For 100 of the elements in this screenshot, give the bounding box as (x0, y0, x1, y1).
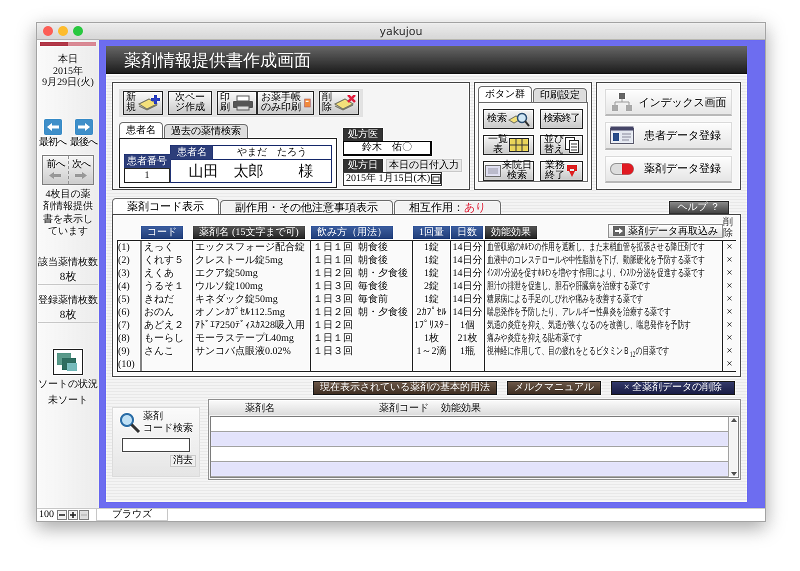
patient-name-text: 山田 太郎 (188, 162, 264, 180)
delete-row-button[interactable]: × (723, 306, 736, 319)
reload-drug-data-button[interactable]: 薬剤データ再取込み (608, 224, 723, 238)
last-button[interactable]: 最後へ (69, 118, 98, 148)
table-cell: あどえ２ (140, 319, 192, 332)
table-cell: オノンｶﾌﾟｾﾙ112.5mg (192, 306, 310, 319)
next-page-button[interactable]: 次ページ作成 (168, 91, 212, 115)
visit-date-search-button[interactable]: 来院日検索 (483, 161, 534, 181)
column-header: 効能効果 (485, 226, 537, 239)
mode-tab[interactable]: ブラウズ (96, 509, 168, 521)
row-number: (3) (118, 267, 131, 280)
delete-row-button[interactable]: × (723, 319, 736, 332)
delete-row-button[interactable]: × (723, 358, 736, 371)
list-button[interactable]: 一覧表 (483, 135, 534, 155)
table-cell: ｱﾄﾞｴｱ250ﾃﾞｨｽｶｽ28吸入用 (192, 319, 310, 332)
row-number: (10) (118, 358, 136, 371)
delete-row-button[interactable]: × (723, 332, 736, 345)
column-header: 1回量 (413, 226, 450, 239)
table-cell-text: 朝食後 (357, 254, 388, 267)
delete-row-button[interactable]: × (723, 267, 736, 280)
table-cell: モーラステープL40mg (192, 332, 310, 345)
table-cell: 2錠 (412, 280, 450, 293)
table-cell: ｲﾝｽﾘﾝ分泌を促すﾎﾙﾓﾝを増やす作用により、ｲﾝｽﾘﾝ分泌を促進する薬です (487, 267, 705, 280)
table-cell: くれす５ (140, 254, 192, 267)
delete-row-button[interactable]: × (723, 254, 736, 267)
notebook-print-button[interactable]: お薬手帳のみ印刷 (257, 91, 314, 115)
date-label: 本日 (58, 54, 78, 66)
table-cell: エクア錠50mg (192, 267, 310, 280)
code-search-title: 薬剤 (143, 411, 164, 423)
window-title: yakujou (380, 24, 422, 38)
prescriber-label: 処方医 (343, 128, 383, 141)
delete-button[interactable]: 削除 (319, 91, 359, 115)
table-cell-text: １日２回 (313, 306, 354, 319)
sort-button[interactable]: 並び替え (540, 135, 583, 155)
patient-data-button[interactable]: 患者データ登録 (605, 122, 732, 150)
today-date-button[interactable]: 本日の日付入力 (386, 159, 462, 172)
panel-tab[interactable]: ボタン群 (478, 86, 532, 102)
index-screen-button[interactable]: インデックス画面 (605, 89, 732, 116)
drug-tab[interactable]: 相互作用：あり (394, 200, 501, 214)
table-cell: 視神経に作用して、目の疲れをとるビタミンＢ$_{12}$の目薬です (487, 345, 670, 361)
table-cell: 14日分 (450, 293, 484, 306)
table-cell: 血液中のコレステロールや中性脂肪を下げ、動脈硬化を予防する薬です (487, 254, 705, 267)
action-button[interactable]: 現在表示されている薬剤の基本的用法 (312, 381, 497, 395)
column-header: コード (141, 226, 183, 239)
table-cell: 気道の炎症を抑え、気道が狭くなるのを改善し、喘息発作を予防す (487, 319, 691, 332)
table-cell: 血管収縮のﾎﾙﾓﾝの作用を遮断し、また末梢血管を拡張させる降圧剤です (487, 241, 705, 254)
column-header: 削除 (723, 218, 733, 239)
table-cell: 1個 (450, 319, 484, 332)
first-button[interactable]: 最初へ (38, 118, 67, 148)
row-number: (7) (118, 319, 131, 332)
delete-row-button[interactable]: × (723, 345, 736, 358)
row-number: (8) (118, 332, 131, 345)
delete-row-button[interactable]: × (723, 241, 736, 254)
table-cell: えっく (140, 241, 192, 254)
patient-tab[interactable]: 過去の薬情検索 (164, 124, 248, 138)
patient-name-label: 患者名 (171, 146, 213, 159)
table-cell: 糖尿病による手足のしびれや痛みを改善する薬です (487, 293, 644, 306)
row-number: (4) (118, 280, 131, 293)
table-cell: 14日分 (450, 241, 484, 254)
drug-tab[interactable]: 薬剤コード表示 (112, 198, 219, 214)
search-button[interactable]: 検索 (483, 109, 534, 129)
previous-page-button[interactable]: 前へ (43, 156, 68, 184)
table-cell-text: １日２回 (313, 319, 354, 332)
count-value: 8枚 (60, 270, 76, 284)
code-search-subtitle: コード検索 (143, 423, 193, 435)
table-cell: 1錠 (412, 254, 450, 267)
table-cell: 1ﾌﾟﾘｽﾀｰ (412, 319, 450, 332)
action-button[interactable]: × 全薬剤データの削除 (610, 381, 735, 395)
new-button[interactable]: 新規 (123, 91, 163, 115)
delete-row-button[interactable]: × (723, 293, 736, 306)
table-cell: 胆汁の排泄を促進し、胆石や肝臓病を治療する薬です (487, 280, 650, 293)
clear-button[interactable]: 消去 (170, 455, 196, 467)
print-button[interactable]: 印刷 (217, 91, 258, 115)
column-header: 効能効果 (441, 402, 481, 414)
sort-status-label: ソートの状況 (38, 378, 98, 390)
table-cell: 21枚 (450, 332, 484, 345)
prescription-date-field[interactable]: 2015年 1月15日(木) (343, 172, 442, 186)
table-cell-text: 朝・夕食後 (357, 267, 408, 280)
table-cell: 痛みや炎症を抑える貼布薬です (487, 332, 582, 345)
table-cell: エックスフォージ配合錠 (192, 241, 310, 254)
help-button[interactable]: ヘルプ ？ (668, 201, 729, 214)
screen-title: 薬剤情報提供書作成画面 (124, 50, 311, 72)
prescriber-field[interactable]: 鈴木 佑〇 (343, 141, 432, 156)
action-button[interactable]: メルクマニュアル (506, 381, 601, 395)
table-cell: 喘息発作を予防したり、アレルギー性鼻炎を治療する薬です (487, 306, 671, 319)
delete-row-button[interactable]: × (723, 280, 736, 293)
patient-number-field[interactable]: 1 (124, 168, 170, 183)
honorific-text: 様 (298, 162, 314, 180)
row-number: (6) (118, 306, 131, 319)
panel-tab[interactable]: 印刷設定 (533, 88, 587, 102)
table-cell: えくあ (140, 267, 192, 280)
column-header: 薬剤コード (379, 402, 429, 414)
date-year: 2015年 (52, 66, 83, 76)
drug-data-button[interactable]: 薬剤データ登録 (605, 156, 732, 183)
patient-tab[interactable]: 患者名 (119, 122, 163, 138)
next-page-button[interactable]: 次へ (68, 156, 93, 184)
end-search-button[interactable]: 検索終了 (540, 109, 583, 129)
end-work-button[interactable]: 業務終了 (540, 161, 583, 181)
count-value: 8枚 (60, 308, 76, 322)
drug-tab[interactable]: 副作用・その他注意事項表示 (220, 200, 393, 214)
